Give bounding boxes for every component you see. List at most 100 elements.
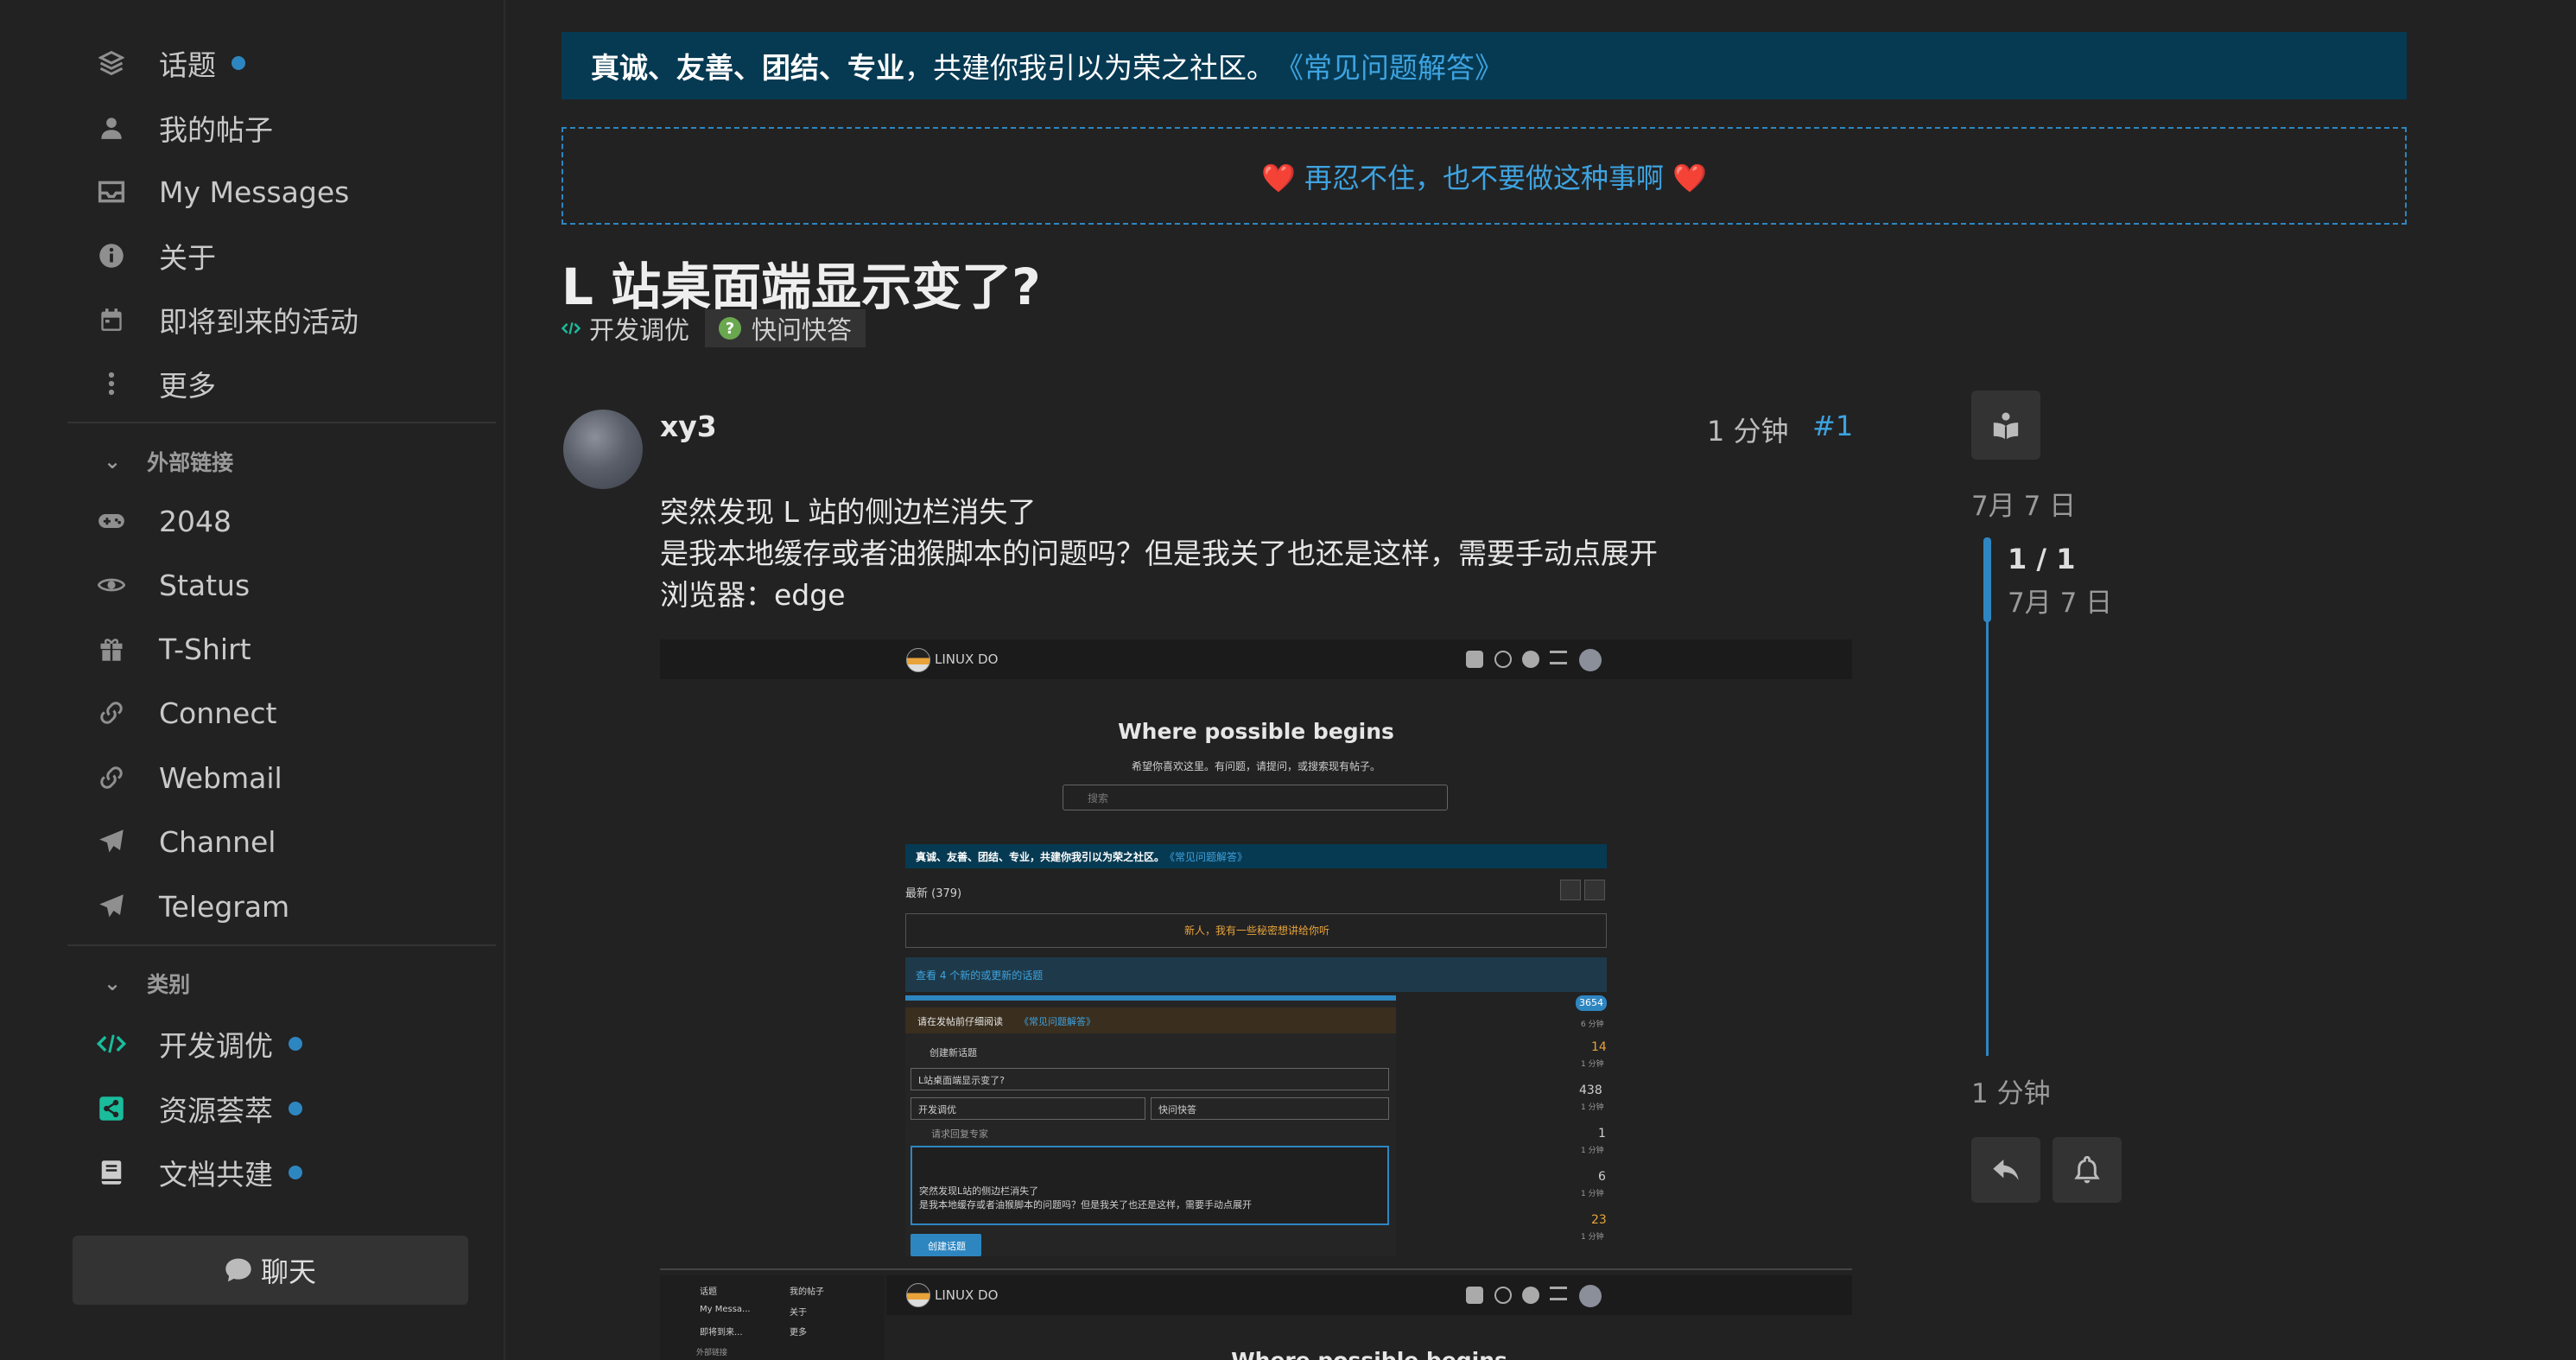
sidebar-item-status[interactable]: Status bbox=[97, 559, 250, 611]
sidebar-item-about[interactable]: 关于 bbox=[97, 230, 216, 282]
sidebar-item-telegram[interactable]: Telegram bbox=[97, 880, 289, 932]
unread-dot bbox=[289, 1037, 302, 1051]
sidebar-item-category-docs[interactable]: 文档共建 bbox=[97, 1147, 302, 1198]
sidebar-item-label: Channel bbox=[159, 824, 276, 859]
post-image[interactable]: LINUX DO Where possible begins 希望你喜欢这里。有… bbox=[660, 639, 1852, 1360]
mini-search-input: 搜索 bbox=[1063, 785, 1448, 810]
tag-quick-qa[interactable]: ? 快问快答 bbox=[705, 309, 866, 347]
sidebar-item-events[interactable]: 即将到来的活动 bbox=[97, 294, 358, 346]
banner-text: ，共建你我引以为荣之社区。 bbox=[904, 51, 1275, 85]
sidebar-item-my-messages[interactable]: My Messages bbox=[97, 166, 349, 218]
sidebar-item-more[interactable]: 更多 bbox=[97, 358, 216, 410]
reading-mode-button[interactable] bbox=[1971, 391, 2040, 460]
mini-composer: 请在发帖前仔细阅读 《常见问题解答》 创建新话题 L站桌面端显示变了? 开发调优… bbox=[905, 995, 1396, 1256]
mini-banner: 真诚、友善、团结、专业，共建你我引以为荣之社区。 《常见问题解答》 bbox=[905, 844, 1607, 868]
timeline-start-date[interactable]: 7月 7 日 bbox=[1971, 484, 2076, 523]
avatar[interactable] bbox=[563, 410, 643, 489]
divider bbox=[67, 944, 496, 946]
menu-icon bbox=[1550, 651, 1567, 664]
mini-tag-select: 快问快答 bbox=[1151, 1097, 1389, 1120]
faq-link[interactable]: 《常见问题解答》 bbox=[1275, 45, 1503, 86]
post-body-line: 是我本地缓存或者油猴脚本的问题吗？但是我关了也还是这样，需要手动点展开 bbox=[660, 537, 1658, 570]
logo-icon bbox=[906, 1283, 930, 1307]
chevron-down-icon: ⌄ bbox=[104, 971, 122, 995]
categories-header[interactable]: ⌄ 类别 bbox=[104, 964, 190, 1002]
sidebar-item-label: Status bbox=[159, 568, 251, 602]
mini-new-topics: 查看 4 个新的或更新的话题 bbox=[905, 957, 1607, 992]
sidebar-item-category-dev[interactable]: 开发调优 bbox=[97, 1018, 302, 1070]
category-link[interactable]: 开发调优 bbox=[562, 310, 689, 346]
external-links-header[interactable]: ⌄ 外部链接 bbox=[104, 442, 233, 480]
mini-category-select: 开发调优 bbox=[910, 1097, 1145, 1120]
sidebar-item-my-posts[interactable]: 我的帖子 bbox=[97, 102, 273, 154]
timeline-handle[interactable] bbox=[1983, 537, 1991, 622]
mini-chevron-icon bbox=[1584, 880, 1605, 900]
sidebar-item-webmail[interactable]: Webmail bbox=[97, 752, 282, 804]
timeline-current-date: 7月 7 日 bbox=[2008, 588, 2113, 619]
robot-icon bbox=[1466, 651, 1483, 668]
chat-icon bbox=[1522, 651, 1539, 668]
post-time[interactable]: 1 分钟 bbox=[1707, 410, 1789, 449]
paper-plane-icon bbox=[97, 892, 126, 921]
avatar bbox=[1579, 1285, 1602, 1307]
post-username[interactable]: xy3 bbox=[660, 410, 717, 443]
reply-icon bbox=[1992, 1157, 2020, 1183]
sidebar-item-channel[interactable]: Channel bbox=[97, 816, 276, 867]
sidebar-item-label: 即将到来的活动 bbox=[159, 305, 358, 339]
link-icon bbox=[97, 698, 126, 728]
mini-editor: 突然发现L站的侧边栏消失了 是我本地缓存或者油猴脚本的问题吗？但是我关了也还是这… bbox=[910, 1146, 1389, 1225]
timeline-end-date[interactable]: 1 分钟 bbox=[1971, 1071, 2051, 1110]
sidebar-item-label: My Messages bbox=[159, 175, 350, 209]
sidebar-item-label: 资源荟萃 bbox=[159, 1094, 273, 1128]
link-icon bbox=[97, 763, 126, 792]
mini-sidebar: 话题 My Messa... 即将到来... 我的帖子 关于 更多 外部链接 bbox=[660, 1275, 885, 1360]
notice-text: ❤️ 再忍不住，也不要做这种事啊 ❤️ bbox=[1260, 161, 1708, 194]
sidebar-item-label: 我的帖子 bbox=[159, 113, 273, 147]
announcement-banner: 真诚、友善、团结、专业 ，共建你我引以为荣之社区。 《常见问题解答》 bbox=[562, 32, 2407, 99]
info-icon bbox=[97, 241, 126, 270]
menu-icon bbox=[1550, 1287, 1567, 1300]
sidebar-item-category-resources[interactable]: 资源荟萃 bbox=[97, 1083, 302, 1134]
topic-title[interactable]: L 站桌面端显示变了? bbox=[562, 246, 1041, 319]
post-number[interactable]: #1 bbox=[1812, 410, 1853, 442]
mini-hero-title: Where possible begins bbox=[886, 1348, 1852, 1360]
reply-button[interactable] bbox=[1971, 1137, 2040, 1203]
sidebar-item-label: Webmail bbox=[159, 760, 282, 795]
paper-plane-icon bbox=[97, 827, 126, 856]
mini-site-name: LINUX DO bbox=[935, 651, 999, 667]
search-icon bbox=[1494, 1287, 1512, 1304]
sidebar-item-connect[interactable]: Connect bbox=[97, 687, 276, 739]
user-icon bbox=[97, 113, 126, 143]
share-icon bbox=[97, 1094, 126, 1123]
sidebar: 话题 我的帖子 My Messages 关于 即将到来的活动 更多 ⌄ 外部链接 bbox=[0, 0, 505, 1360]
mini-header: LINUX DO bbox=[660, 639, 1852, 679]
chat-bubble-icon bbox=[225, 1257, 252, 1283]
timeline-position: 1 / 1 bbox=[2008, 543, 2076, 575]
sidebar-item-label: 话题 bbox=[159, 48, 216, 82]
notice-box: ❤️ 再忍不住，也不要做这种事啊 ❤️ bbox=[562, 127, 2407, 225]
mini-count-time: 6 分钟 bbox=[1581, 1020, 1604, 1029]
sidebar-item-label: Connect bbox=[159, 696, 277, 730]
mini-count: 23 bbox=[1591, 1213, 1607, 1227]
mini-count: 1 bbox=[1598, 1127, 1606, 1141]
notifications-button[interactable] bbox=[2053, 1137, 2122, 1203]
sidebar-item-2048[interactable]: 2048 bbox=[97, 495, 232, 547]
eye-icon bbox=[97, 570, 126, 600]
chat-button[interactable]: 聊天 bbox=[73, 1236, 468, 1305]
topic-category-bar: 开发调优 ? 快问快答 bbox=[562, 309, 866, 347]
sidebar-item-tshirt[interactable]: T-Shirt bbox=[97, 623, 251, 675]
mini-divider bbox=[660, 1268, 1852, 1270]
mini-latest: 最新 (379) bbox=[905, 887, 962, 900]
code-icon bbox=[562, 321, 581, 335]
mini-count: 6 bbox=[1598, 1170, 1606, 1184]
mini-count: 14 bbox=[1591, 1040, 1607, 1054]
post-body-line: 浏览器：edge bbox=[660, 578, 846, 612]
sidebar-item-label: 更多 bbox=[159, 369, 216, 403]
gamepad-icon bbox=[97, 506, 126, 536]
unread-dot bbox=[232, 56, 245, 70]
mini-count-badge: 3654 bbox=[1576, 995, 1607, 1011]
sidebar-item-label: 2048 bbox=[159, 504, 232, 538]
sidebar-item-topics[interactable]: 话题 bbox=[97, 37, 245, 89]
code-icon bbox=[97, 1029, 126, 1058]
bell-icon bbox=[2074, 1156, 2100, 1184]
